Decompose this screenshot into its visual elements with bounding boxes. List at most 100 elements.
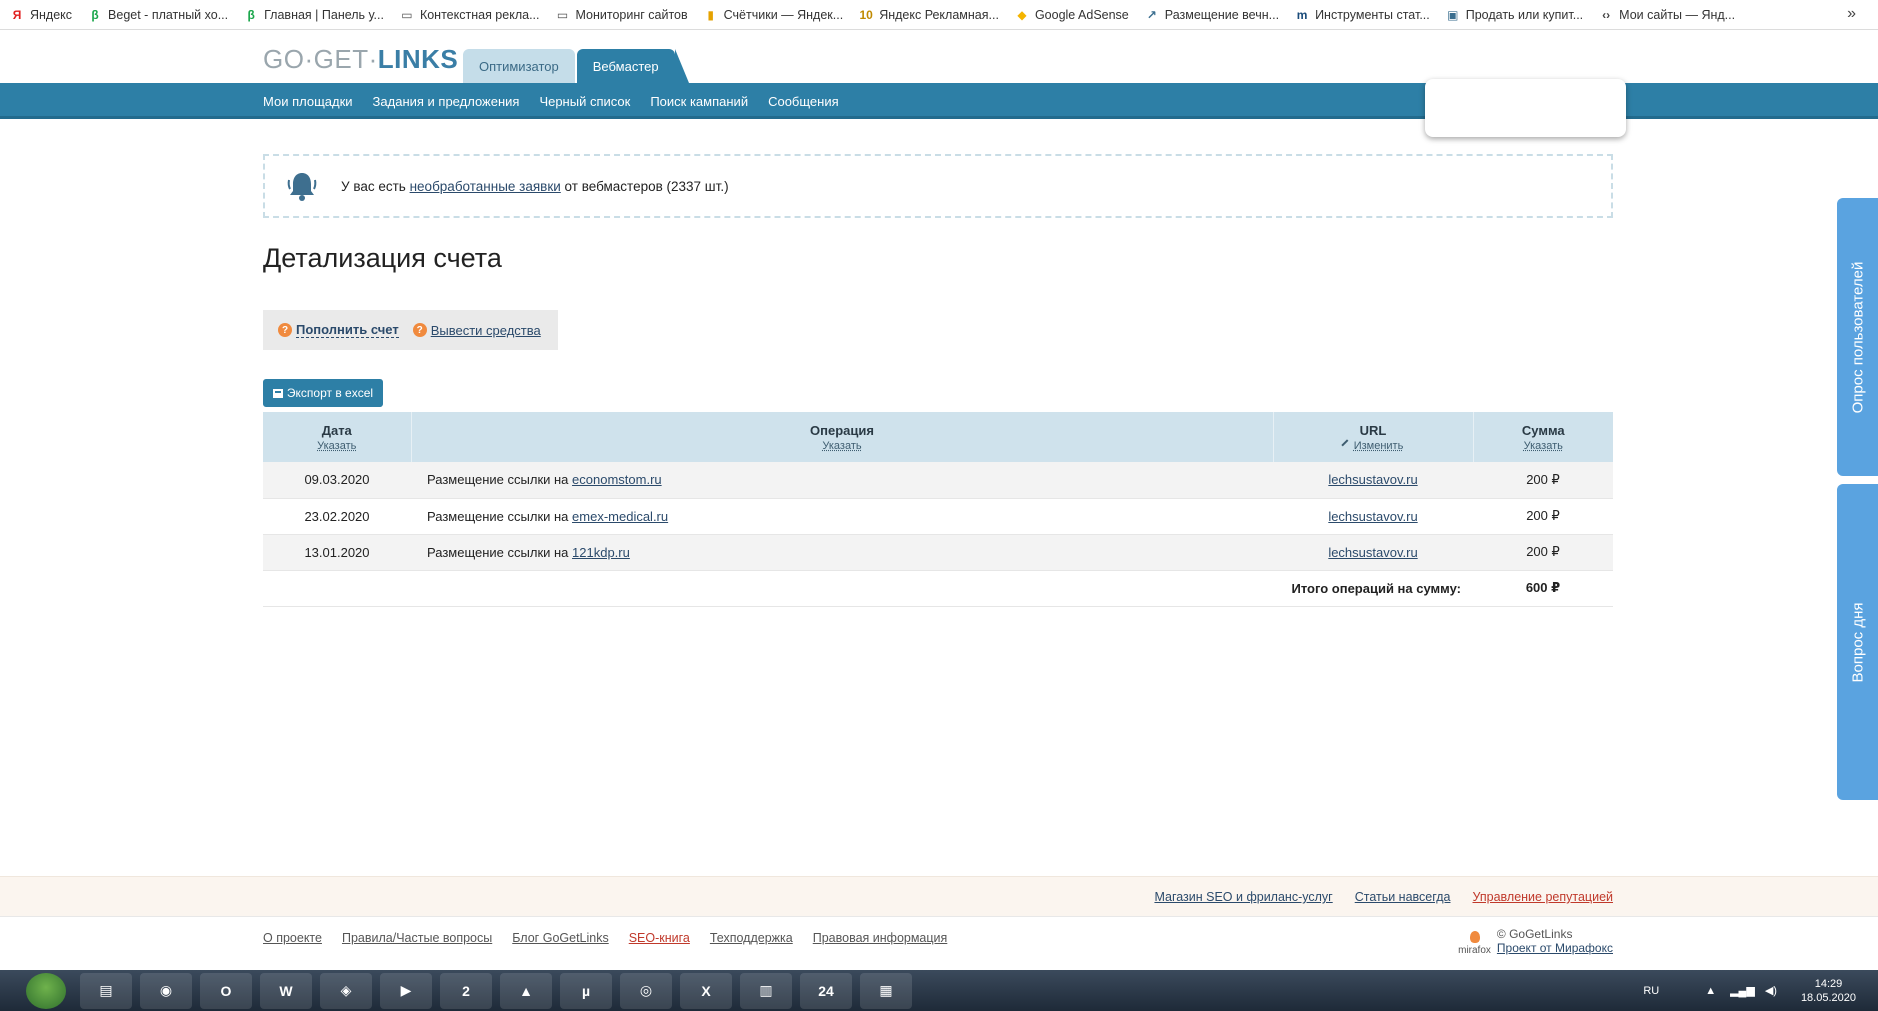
bookmark-label: Счётчики — Яндек...: [723, 7, 844, 22]
row-operation: Размещение ссылки на emex-medical.ru: [411, 498, 1273, 535]
withdraw-link[interactable]: Вывести средства: [431, 323, 541, 338]
footer-bottom-link[interactable]: Блог GoGetLinks: [512, 931, 608, 945]
footer-top: Магазин SEO и фриланс-услуг Статьи навсег…: [0, 876, 1878, 916]
bookmark-item[interactable]: β Beget - платный хо...: [88, 8, 228, 22]
operation-text: Размещение ссылки на: [427, 544, 573, 560]
chrome-icon[interactable]: ◉: [140, 972, 192, 1009]
bookmark-label: Инструменты стат...: [1315, 7, 1430, 22]
bookmark-item[interactable]: ↗ Размещение вечн...: [1145, 8, 1279, 22]
operation-filter-link[interactable]: Указать: [412, 440, 1273, 452]
tab-optimizer[interactable]: Оптимизатор: [463, 49, 575, 83]
explorer-icon[interactable]: ▤: [80, 972, 132, 1009]
notice-text: У вас есть необработанные заявки от вебм…: [341, 179, 729, 194]
utorrent-icon[interactable]: µ: [560, 972, 612, 1009]
mirafox-project-link[interactable]: Проект от Мирафокс: [1497, 941, 1613, 955]
bookmark-item[interactable]: Я Яндекс: [10, 8, 72, 22]
excel-icon[interactable]: X: [680, 972, 732, 1009]
user-menu-box[interactable]: [1425, 79, 1626, 137]
clock[interactable]: 14:29 18.05.2020: [1801, 977, 1856, 1005]
help-icon[interactable]: ?: [412, 323, 427, 337]
operation-site-link[interactable]: 121kdp.ru: [572, 545, 630, 560]
mirafox-logo[interactable]: mirafox: [1458, 931, 1491, 956]
total-row: Итого операций на сумму: 600 ₽: [263, 570, 1613, 607]
url-link[interactable]: lechsustavov.ru: [1328, 545, 1417, 560]
footer-bottom-link[interactable]: SEO-книга: [629, 931, 690, 945]
bookmark-item[interactable]: ◆ Google AdSense: [1015, 8, 1128, 22]
media-player-icon[interactable]: ▶: [380, 972, 432, 1009]
calendar-app-icon[interactable]: 2: [440, 972, 492, 1009]
row-date: 09.03.2020: [263, 462, 411, 499]
m-icon: m: [1296, 7, 1308, 22]
bookmark-label: Яндекс: [30, 7, 73, 22]
notice-suffix: от вебмастеров (2337 шт.): [560, 178, 729, 194]
url-change-link[interactable]: Изменить: [1274, 438, 1473, 452]
export-excel-button[interactable]: Экспорт в excel: [263, 379, 383, 407]
withdraw-action: ? Вывести средства: [412, 323, 541, 338]
nav-item[interactable]: Черный список: [539, 94, 630, 109]
tab-webmaster[interactable]: Вебмастер: [576, 49, 689, 83]
tray-expand-icon[interactable]: ▲: [1705, 985, 1716, 997]
bookmark-label: Яндекс Рекламная...: [879, 7, 999, 22]
language-indicator[interactable]: RU: [1643, 985, 1659, 997]
help-icon[interactable]: ?: [278, 323, 292, 337]
eye-app-icon[interactable]: ◈: [320, 972, 372, 1009]
word-icon[interactable]: W: [260, 972, 312, 1009]
gogetlinks-logo[interactable]: GO·GET·LINKS: [263, 44, 458, 75]
url-link[interactable]: lechsustavov.ru: [1328, 472, 1417, 487]
bookmark-item[interactable]: ▭ Контекстная рекла...: [400, 8, 539, 22]
logo-separator: ·: [304, 44, 314, 74]
date-filter-link[interactable]: Указать: [263, 440, 411, 452]
sum-filter-link[interactable]: Указать: [1474, 440, 1614, 452]
bookmark-item[interactable]: 10 Яндекс Рекламная...: [859, 8, 999, 22]
survey-side-tab[interactable]: Опрос пользователей: [1837, 198, 1878, 476]
footer-top-link[interactable]: Магазин SEO и фриланс-услуг: [1154, 890, 1332, 904]
nav-item[interactable]: Сообщения: [768, 94, 839, 109]
total-spacer: [263, 570, 411, 607]
bookmarks-bar: Я Яндекс β Beget - платный хо... β Главная | …: [0, 0, 1878, 30]
bookmark-item[interactable]: m Инструменты стат...: [1295, 8, 1430, 22]
system-tray: RU ▲ ▂▄▆ ◀) 14:29 18.05.2020: [1643, 970, 1856, 1011]
footer-bottom-link[interactable]: Правила/Частые вопросы: [342, 931, 492, 945]
topup-action: ? Пополнить счет: [278, 322, 399, 338]
account-actions: ? Пополнить счет ? Вывести средства: [263, 310, 558, 350]
opera-icon[interactable]: O: [200, 972, 252, 1009]
app-24-icon[interactable]: 24: [800, 972, 852, 1009]
question-side-tab[interactable]: Вопрос дня: [1837, 484, 1878, 800]
operation-site-link[interactable]: emex-medical.ru: [572, 509, 668, 524]
bookmarks-more-icon[interactable]: »: [1847, 5, 1856, 23]
nav-item[interactable]: Мои площадки: [263, 94, 353, 109]
footer-bottom-link[interactable]: О проекте: [263, 931, 322, 945]
site-header: GO·GET·LINKS Оптимизатор Вебмастер: [0, 30, 1878, 83]
windows-taskbar: ▤ ◉ O W ◈ ▶ 2 ▲ µ ◎ X ▥ 24 ▦ RU ▲ ▂▄▆ ◀) 14:29 18.05.…: [0, 970, 1878, 1011]
url-link[interactable]: lechsustavov.ru: [1328, 509, 1417, 524]
bookmark-item[interactable]: ‹› Мои сайты — Янд...: [1599, 8, 1735, 22]
pending-requests-link[interactable]: необработанные заявки: [410, 179, 561, 194]
network-icon[interactable]: ▂▄▆: [1730, 984, 1755, 997]
main-nav: Мои площадки Задания и предложения Черный …: [263, 83, 859, 119]
start-button[interactable]: [26, 972, 66, 1009]
logo-part-get: GET: [313, 44, 369, 74]
topup-link[interactable]: Пополнить счет: [296, 322, 399, 338]
bookmark-item[interactable]: β Главная | Панель у...: [244, 8, 384, 22]
operation-site-link[interactable]: economstom.ru: [572, 472, 662, 487]
column-header-sum-label: Сумма: [1521, 422, 1565, 438]
bookmark-label: Продать или купит...: [1465, 7, 1584, 22]
bookmark-item[interactable]: ▮ Счётчики — Яндек...: [704, 7, 844, 22]
footer-bottom-link[interactable]: Правовая информация: [813, 931, 948, 945]
bookmark-item[interactable]: ▣ Продать или купит...: [1446, 8, 1583, 22]
network-app-icon[interactable]: ◎: [620, 972, 672, 1009]
footer-top-link[interactable]: Статьи навсегда: [1355, 890, 1451, 904]
bookmark-item[interactable]: ▭ Мониторинг сайтов: [555, 8, 688, 22]
calculator-icon[interactable]: ▦: [860, 972, 912, 1009]
clock-date: 18.05.2020: [1800, 991, 1856, 1004]
column-header-sum: Сумма Указать: [1473, 412, 1613, 462]
nav-item[interactable]: Задания и предложения: [373, 94, 520, 109]
footer-bottom-link[interactable]: Техподдержка: [710, 931, 793, 945]
volume-icon[interactable]: ◀): [1765, 984, 1777, 997]
scanner-app-icon[interactable]: ▥: [740, 972, 792, 1009]
vlc-icon[interactable]: ▲: [500, 972, 552, 1009]
nav-item[interactable]: Поиск кампаний: [650, 94, 748, 109]
row-sum: 200 ₽: [1473, 498, 1613, 535]
footer-top-link[interactable]: Управление репутацией: [1473, 890, 1614, 904]
table-body: 09.03.2020 Размещение ссылки на economsto…: [263, 462, 1613, 607]
